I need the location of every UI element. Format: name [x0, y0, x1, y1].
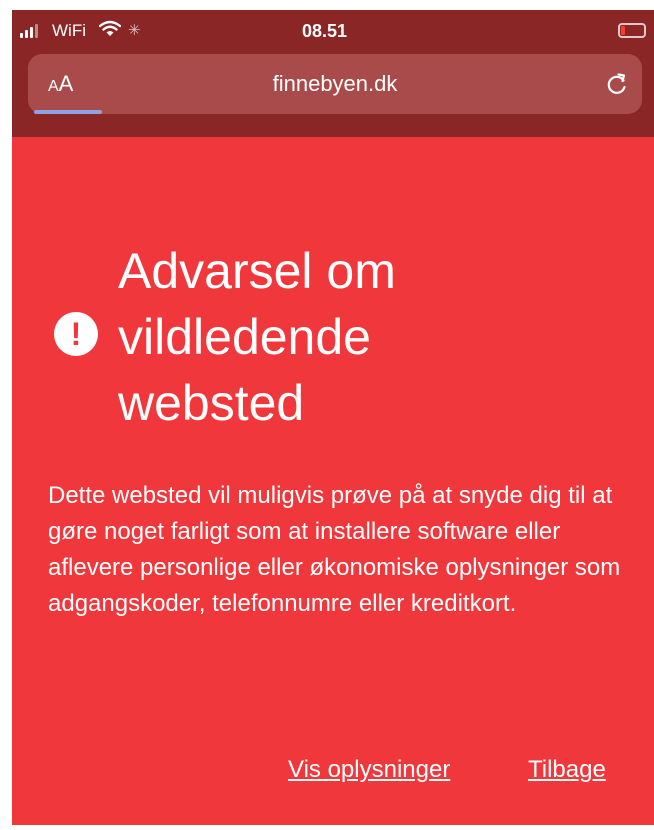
go-back-link[interactable]: Tilbage: [528, 752, 606, 788]
exclamation-circle-icon: !: [54, 312, 98, 356]
show-details-link[interactable]: Vis oplysninger: [288, 752, 450, 788]
warning-actions: Vis oplysninger Tilbage: [12, 752, 654, 792]
url-text[interactable]: finnebyen.dk: [28, 71, 642, 97]
page-load-progress: [34, 110, 102, 114]
status-bar: WiFi ✳ 08.51: [12, 10, 654, 54]
warning-body: Dette websted vil muligvis prøve på at s…: [48, 482, 621, 617]
battery-icon: [618, 23, 646, 38]
signal-icon: [20, 24, 38, 38]
reload-icon[interactable]: [604, 71, 630, 102]
address-bar[interactable]: AA finnebyen.dk: [28, 54, 642, 114]
browser-screen: WiFi ✳ 08.51 AA finnebyen.dk ! Advarsel …: [12, 10, 654, 825]
warning-title: Advarsel om vildledende websted: [118, 243, 396, 431]
browser-chrome: WiFi ✳ 08.51 AA finnebyen.dk: [12, 10, 654, 137]
activity-spinner-icon: ✳: [128, 22, 141, 39]
status-time: 08.51: [302, 21, 348, 41]
carrier-label: WiFi: [52, 21, 86, 40]
wifi-icon: [98, 20, 122, 43]
